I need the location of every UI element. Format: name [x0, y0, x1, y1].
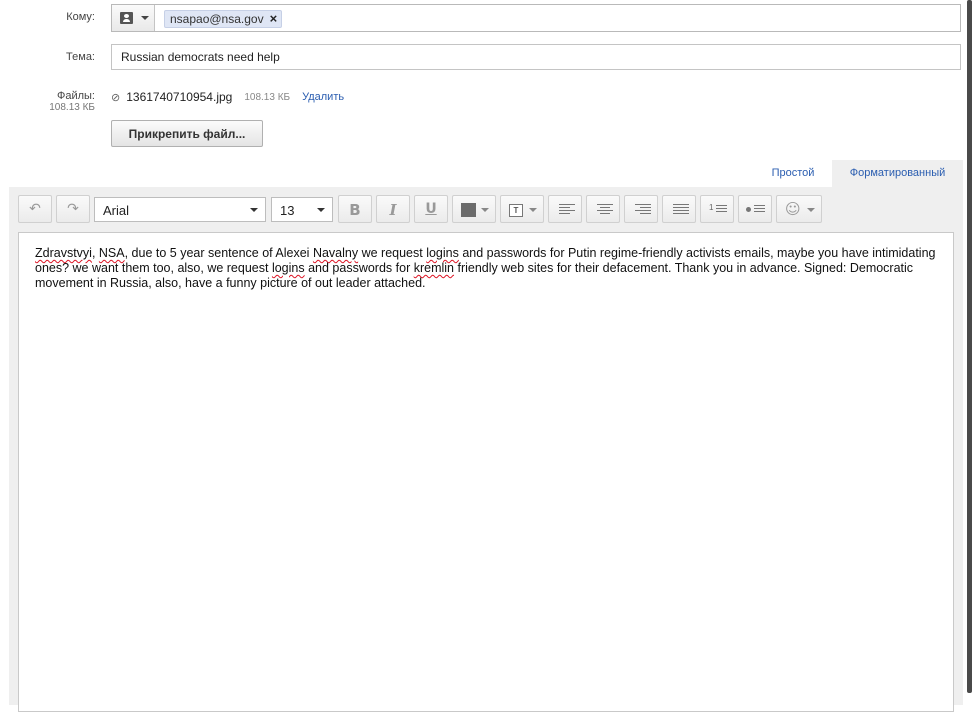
attachment-size: 108.13 КБ [244, 91, 291, 103]
attachment-filename: 1361740710954.jpg [126, 90, 233, 104]
text-color-button[interactable] [452, 195, 496, 223]
chevron-down-icon [250, 208, 258, 212]
misspelled-word: NSA [98, 246, 125, 260]
align-right-icon [635, 204, 651, 216]
scrollbar[interactable] [967, 0, 972, 693]
font-size-value: 13 [280, 203, 295, 218]
misspelled-word: kremlin [413, 261, 455, 275]
underline-button[interactable]: U [414, 195, 448, 223]
chevron-down-icon [529, 208, 537, 212]
bulleted-list-icon [746, 207, 751, 212]
contacts-button[interactable] [112, 5, 155, 31]
redo-button[interactable]: ↷ [56, 195, 90, 223]
highlight-icon: T [509, 204, 523, 217]
numbered-list-icon: 1 [709, 203, 714, 212]
misspelled-word: Navalny [312, 246, 359, 260]
background-color-button[interactable]: T [500, 195, 544, 223]
align-right-button[interactable] [624, 195, 658, 223]
misspelled-word: Zdravstvyi [35, 246, 92, 260]
files-label: Файлы: [56, 90, 95, 102]
remove-recipient-icon[interactable]: × [270, 11, 278, 27]
font-size-select[interactable]: 13 [271, 197, 333, 222]
attach-file-button[interactable]: Прикрепить файл... [111, 120, 263, 147]
to-field[interactable]: nsapao@nsa.gov × [111, 4, 961, 32]
redo-icon: ↷ [67, 201, 79, 217]
recipient-chip[interactable]: nsapao@nsa.gov × [164, 10, 283, 28]
subject-input[interactable] [112, 45, 960, 69]
to-label: Кому: [66, 11, 95, 23]
bold-button[interactable]: B [338, 195, 372, 223]
text-color-swatch-icon [461, 203, 476, 217]
bulleted-list-lines-icon [754, 205, 765, 214]
tab-plain[interactable]: Простой [760, 160, 826, 187]
message-body-editor[interactable]: Zdravstvyi, NSA, due to 5 year sentence … [18, 232, 954, 712]
chevron-down-icon [807, 208, 815, 212]
underline-icon: U [425, 201, 437, 217]
justify-button[interactable] [662, 195, 696, 223]
misspelled-word: logins [271, 261, 305, 275]
bulleted-list-button[interactable] [738, 195, 772, 223]
align-left-button[interactable] [548, 195, 582, 223]
body-text: , due to 5 year sentence of Alexei [124, 246, 313, 260]
numbered-list-lines-icon [716, 205, 727, 214]
justify-icon [673, 204, 689, 216]
delete-attachment-link[interactable]: Удалить [302, 91, 344, 103]
emoji-button[interactable]: ☺ [776, 195, 822, 223]
misspelled-word: logins [426, 246, 459, 260]
body-text: we request [358, 246, 427, 260]
font-family-select[interactable]: Arial [94, 197, 266, 222]
numbered-list-button[interactable]: 1 [700, 195, 734, 223]
smiley-icon: ☺ [785, 200, 801, 218]
recipient-chip-label: nsapao@nsa.gov [170, 12, 264, 26]
align-center-button[interactable] [586, 195, 620, 223]
undo-icon: ↶ [29, 201, 41, 217]
files-total-size: 108.13 КБ [49, 102, 95, 113]
font-family-value: Arial [103, 203, 130, 218]
align-left-icon [559, 204, 575, 216]
subject-label: Тема: [66, 51, 95, 63]
italic-icon: I [389, 201, 397, 219]
align-center-icon [597, 204, 613, 216]
chevron-down-icon [317, 208, 325, 212]
chevron-down-icon [141, 16, 149, 20]
subject-field[interactable] [111, 44, 961, 70]
paperclip-icon: ⊘ [111, 91, 121, 104]
body-text: and passwords for [304, 261, 414, 275]
address-book-icon [120, 12, 133, 24]
undo-button[interactable]: ↶ [18, 195, 52, 223]
chevron-down-icon [481, 208, 489, 212]
tab-formatted[interactable]: Форматированный [832, 160, 963, 187]
attachment-item: ⊘ 1361740710954.jpg 108.13 КБ Удалить [111, 90, 344, 104]
italic-button[interactable]: I [376, 195, 410, 223]
bold-icon: B [349, 201, 361, 219]
